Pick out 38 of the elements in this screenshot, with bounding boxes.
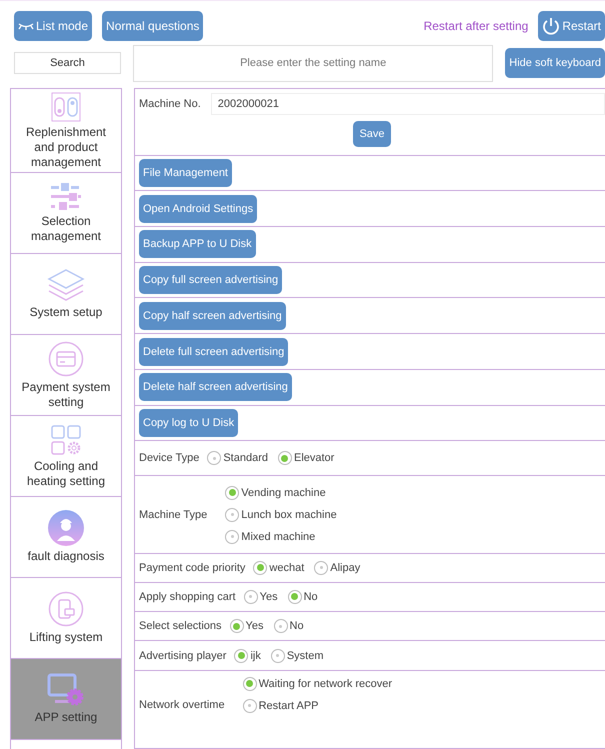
option-label: Network overtime [139, 698, 225, 711]
radio-option[interactable]: Yes [244, 590, 278, 604]
restart-notice: Restart after setting [424, 19, 528, 33]
radio-option[interactable]: Lunch box machine [225, 508, 337, 522]
option-label: Advertising player [139, 650, 226, 662]
closed-eye-icon [18, 22, 34, 30]
setting-name-field[interactable]: Please enter the setting name [133, 44, 494, 82]
option-label: Device Type [139, 452, 200, 464]
radio-option[interactable]: Mixed machine [225, 530, 337, 544]
radio-option[interactable]: Alipay [314, 560, 360, 575]
worker-avatar-icon [48, 510, 84, 546]
field-label: Machine No. [139, 98, 201, 110]
devices-icon [48, 591, 84, 627]
radio-option[interactable]: Standard [207, 451, 268, 466]
radio-option[interactable]: Waiting for network recover [242, 676, 392, 691]
radio-option[interactable]: Vending machine [225, 486, 337, 500]
power-icon [542, 17, 560, 35]
sliders-icon [49, 182, 83, 210]
option-label: Machine Type [139, 508, 208, 520]
option-label: Select selections [139, 620, 222, 632]
credit-card-icon [48, 340, 84, 376]
grid-gear-icon [50, 424, 82, 456]
toggle-switches-icon [51, 92, 81, 122]
option-label: Apply shopping cart [139, 590, 236, 603]
radio-option[interactable]: Yes [230, 619, 264, 634]
machine-number-field[interactable]: 2002000021 [210, 93, 605, 115]
radio-option[interactable]: Restart APP [242, 698, 392, 713]
monitor-gear-icon [47, 673, 85, 707]
radio-option[interactable]: System [270, 648, 324, 663]
option-label: Payment code priority [139, 562, 246, 574]
radio-option[interactable]: ijk [234, 648, 261, 663]
layers-icon [46, 268, 86, 302]
radio-option[interactable]: wechat [253, 560, 304, 575]
radio-option[interactable]: No [274, 619, 304, 634]
search-button[interactable]: Search [14, 52, 121, 74]
radio-option[interactable]: Elevator [278, 451, 334, 466]
sidebar-item[interactable]: APP setting [11, 659, 121, 740]
radio-option[interactable]: No [288, 590, 318, 604]
